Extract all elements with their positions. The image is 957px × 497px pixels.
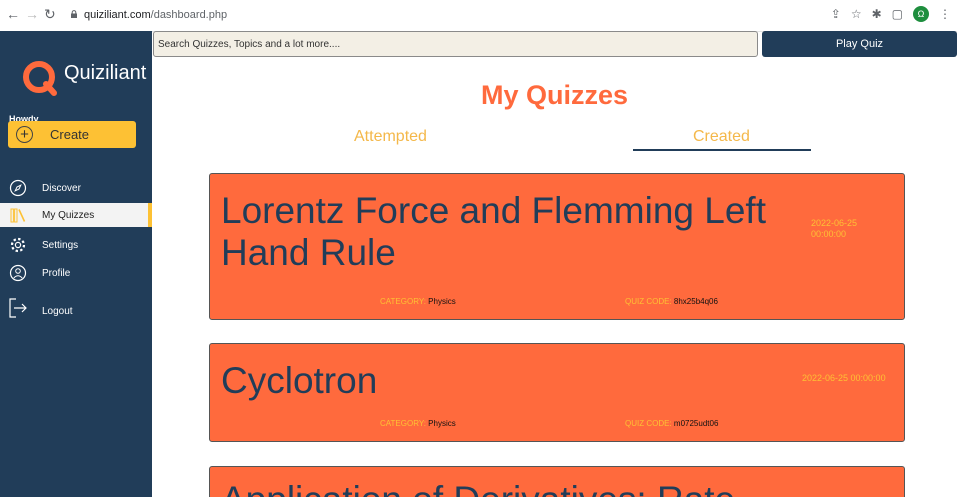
quiz-card[interactable]: Lorentz Force and Flemming Left Hand Rul… [209, 173, 905, 320]
share-icon[interactable]: ⇪ [831, 7, 841, 21]
quiz-title: Cyclotron [221, 360, 378, 401]
sidebar-item-discover[interactable]: Discover [0, 176, 152, 200]
forward-icon[interactable]: → [25, 5, 39, 23]
compass-icon [8, 178, 28, 198]
quiz-title: Application of Derivatives: Rate [221, 479, 735, 497]
sidebar-item-logout[interactable]: Logout [0, 293, 152, 323]
browser-toolbar: ← → ↻ quiziliant.com/dashboard.php ⇪ ☆ ✱… [0, 0, 957, 32]
user-icon [8, 263, 28, 283]
quiz-code: QUIZ CODE: 8hx25b4q06 [625, 297, 718, 306]
back-icon[interactable]: ← [6, 5, 20, 23]
tab-attempted[interactable]: Attempted [354, 128, 427, 146]
sidepanel-icon[interactable]: ▢ [892, 7, 903, 21]
brand-name: Quiziliant [64, 62, 147, 84]
sidebar-item-label: Logout [42, 305, 73, 317]
books-icon [8, 205, 28, 225]
sidebar-item-my-quizzes[interactable]: My Quizzes [0, 203, 152, 227]
quiz-card[interactable]: Application of Derivatives: Rate [209, 466, 905, 497]
quiz-code-value: 8hx25b4q06 [673, 297, 718, 306]
sidebar-item-settings[interactable]: Settings [0, 233, 152, 257]
sidebar-item-profile[interactable]: Profile [0, 261, 152, 285]
gear-icon [8, 235, 28, 255]
page-title: My Quizzes [480, 80, 629, 110]
category-value: Physics [428, 297, 456, 306]
quiz-category: CATEGORY: Physics [380, 419, 456, 428]
quiz-code-value: m0725udt06 [673, 419, 719, 428]
sidebar-item-label: Profile [42, 267, 71, 279]
category-value: Physics [428, 419, 456, 428]
play-quiz-button[interactable]: Play Quiz [762, 31, 957, 57]
logout-icon [8, 298, 28, 318]
quiziliant-logo-icon [23, 61, 57, 96]
url-domain: quiziliant.com [84, 9, 151, 21]
sidebar: Quiziliant Howdy Content Manager + Creat… [0, 31, 152, 497]
quiz-title: Lorentz Force and Flemming Left Hand Rul… [221, 190, 766, 273]
bookmark-star-icon[interactable]: ☆ [851, 7, 862, 21]
category-key: CATEGORY: [380, 297, 426, 306]
quiz-code-key: QUIZ CODE: [625, 297, 672, 306]
sidebar-item-label: Discover [42, 182, 81, 194]
plus-circle-icon: + [16, 126, 33, 143]
kebab-menu-icon[interactable]: ⋮ [939, 7, 951, 21]
quiz-card[interactable]: Cyclotron 2022-06-25 00:00:00 CATEGORY: … [209, 343, 905, 442]
quiz-code-key: QUIZ CODE: [625, 419, 672, 428]
quiz-date: 2022-06-25 00:00:00 [811, 218, 858, 239]
quiz-code: QUIZ CODE: m0725udt06 [625, 419, 718, 428]
quiz-date: 2022-06-25 00:00:00 [802, 373, 886, 383]
url-path: /dashboard.php [150, 9, 228, 21]
profile-avatar-icon[interactable]: Ω [913, 6, 929, 22]
sidebar-item-label: Settings [42, 239, 79, 251]
tab-created[interactable]: Created [693, 128, 750, 146]
sidebar-item-label: My Quizzes [42, 209, 95, 221]
extensions-icon[interactable]: ✱ [872, 7, 882, 21]
create-label: Create [50, 127, 90, 142]
category-key: CATEGORY: [380, 419, 426, 428]
lock-icon [71, 10, 77, 18]
address-bar[interactable]: quiziliant.com/dashboard.php [84, 9, 227, 22]
active-tab-indicator [633, 149, 811, 151]
quiz-category: CATEGORY: Physics [380, 297, 456, 306]
reload-icon[interactable]: ↻ [44, 5, 56, 23]
search-input[interactable] [153, 31, 758, 57]
create-button[interactable]: + Create [8, 121, 136, 148]
